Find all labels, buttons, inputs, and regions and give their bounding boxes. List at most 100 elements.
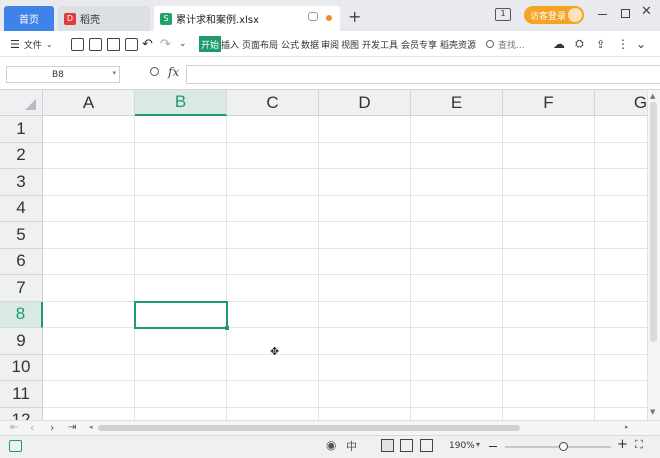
share-button[interactable]: ⇪ xyxy=(596,31,605,57)
normal-view-icon[interactable] xyxy=(381,439,394,452)
column-header-E[interactable]: E xyxy=(411,90,503,116)
unsaved-dot-icon[interactable] xyxy=(326,15,332,21)
zoom-slider-thumb[interactable] xyxy=(559,442,569,451)
row-header-12[interactable]: 12 xyxy=(0,407,43,420)
menu-tab-review[interactable]: 审阅 xyxy=(321,31,339,57)
row-header-11[interactable]: 11 xyxy=(0,381,43,408)
row-header-5[interactable]: 5 xyxy=(0,222,43,249)
zoom-dropdown-icon[interactable]: ▾ xyxy=(476,440,480,449)
column-header-F[interactable]: F xyxy=(503,90,595,116)
next-sheet-icon[interactable]: › xyxy=(50,421,54,434)
menu-tab-start[interactable]: 开始 xyxy=(199,36,222,52)
new-tab-button[interactable]: + xyxy=(348,7,361,26)
zoom-lookup-icon[interactable] xyxy=(150,67,159,76)
menu-tab-insert[interactable]: 插入 xyxy=(221,31,239,57)
page-break-view-icon[interactable] xyxy=(400,439,413,452)
menu-tab-page-layout[interactable]: 页面布局 xyxy=(242,31,278,57)
scroll-up-icon[interactable]: ▲ xyxy=(650,92,655,100)
collaborate-button[interactable]: ⛭ xyxy=(575,31,584,57)
cloud-button[interactable]: ☁ xyxy=(553,31,565,57)
column-header-B[interactable]: B xyxy=(135,90,227,116)
row-header-2[interactable]: 2 xyxy=(0,142,43,169)
spreadsheet-grid: ABCDEFG 1 2 3 4 5 6 7 8 9 10 11 12 ✥ xyxy=(0,90,647,420)
save-button[interactable] xyxy=(71,31,84,57)
collapse-ribbon-button[interactable]: ⌄ xyxy=(636,31,646,57)
active-cell-B8[interactable] xyxy=(134,301,229,330)
scroll-down-icon[interactable]: ▼ xyxy=(650,408,655,416)
scroll-left-icon[interactable]: ◂ xyxy=(89,423,93,431)
window-layout-icon[interactable]: 1 xyxy=(495,8,511,21)
more-button[interactable]: ⋮ xyxy=(617,31,629,57)
menu-tab-formulas-label: 公式 xyxy=(281,40,300,51)
name-box[interactable]: B8 ▾ xyxy=(6,66,120,83)
menu-tab-data-label: 数据 xyxy=(301,40,320,51)
row-header-9[interactable]: 9 xyxy=(0,328,43,355)
search-box[interactable]: 查找... xyxy=(486,31,525,57)
column-header-G[interactable]: G xyxy=(595,90,647,116)
login-label: 访客登录 xyxy=(530,11,567,22)
gridline-horizontal xyxy=(43,247,647,249)
undo-icon: ↶ xyxy=(142,36,153,52)
last-sheet-icon[interactable]: ⇥ xyxy=(68,422,76,433)
input-method-icon[interactable]: 中 xyxy=(346,438,357,454)
vertical-scrollbar[interactable]: ▲ ▼ xyxy=(647,90,660,420)
search-placeholder: 查找... xyxy=(498,40,525,51)
menu-tab-data[interactable]: 数据 xyxy=(301,31,319,57)
zoom-level[interactable]: 190% xyxy=(449,441,475,451)
first-sheet-icon[interactable]: ⇤ xyxy=(10,422,18,433)
reading-view-icon[interactable] xyxy=(420,439,433,452)
macro-icon[interactable] xyxy=(9,440,22,452)
row-header-4[interactable]: 4 xyxy=(0,195,43,222)
row-header-6[interactable]: 6 xyxy=(0,248,43,275)
minimize-icon[interactable] xyxy=(598,14,607,16)
maximize-icon[interactable] xyxy=(621,9,630,18)
menu-tab-review-label: 审阅 xyxy=(321,40,340,51)
fill-handle[interactable] xyxy=(225,326,229,330)
column-header-A[interactable]: A xyxy=(43,90,135,116)
row-header-10[interactable]: 10 xyxy=(0,354,43,381)
tab-file[interactable]: S 累计求和案例.xlsx xyxy=(154,6,340,31)
print-button[interactable] xyxy=(107,31,120,57)
prev-sheet-icon[interactable]: ‹ xyxy=(30,421,34,434)
file-menu[interactable]: ☰ 文件 ⌄ xyxy=(10,31,53,57)
export-pdf-button[interactable] xyxy=(89,31,102,57)
login-button[interactable]: 访客登录 xyxy=(524,6,584,24)
row-header-1[interactable]: 1 xyxy=(0,116,43,143)
zoom-in-icon[interactable]: + xyxy=(617,437,628,452)
redo-button[interactable]: ↷ xyxy=(160,31,171,57)
menu-tab-formulas[interactable]: 公式 xyxy=(281,31,299,57)
menu-tab-docer-resources[interactable]: 稻壳资源 xyxy=(440,31,476,57)
share-icon: ⇪ xyxy=(596,37,606,51)
eye-protection-icon[interactable]: ◉ xyxy=(326,438,336,452)
gridline-vertical xyxy=(226,116,227,420)
docer-icon: D xyxy=(64,12,76,25)
zoom-slider[interactable] xyxy=(505,442,611,451)
close-icon[interactable]: ✕ xyxy=(641,4,652,19)
scroll-right-icon[interactable]: ▸ xyxy=(625,423,629,431)
menu-tab-developer[interactable]: 开发工具 xyxy=(362,31,398,57)
menu-tab-member[interactable]: 会员专享 xyxy=(401,31,437,57)
column-header-D[interactable]: D xyxy=(319,90,411,116)
row-header-8[interactable]: 8 xyxy=(0,301,43,328)
row-header-7[interactable]: 7 xyxy=(0,275,43,302)
row-header-3[interactable]: 3 xyxy=(0,169,43,196)
select-all-corner[interactable] xyxy=(0,90,43,116)
tab-docer[interactable]: D 稻壳 xyxy=(58,6,150,31)
menu-tab-view[interactable]: 视图 xyxy=(341,31,359,57)
tab-home[interactable]: 首页 xyxy=(4,6,54,31)
print-preview-button[interactable] xyxy=(125,31,138,57)
column-header-C[interactable]: C xyxy=(227,90,319,116)
zoom-out-icon[interactable] xyxy=(489,446,497,448)
quick-access-more-button[interactable]: ⌄ xyxy=(179,31,187,57)
vertical-scroll-thumb[interactable] xyxy=(650,102,657,342)
more-icon: ⋮ xyxy=(617,37,629,51)
gridline-horizontal xyxy=(43,168,647,169)
formula-input[interactable] xyxy=(186,65,660,84)
fx-button[interactable]: fx xyxy=(168,65,179,79)
undo-button[interactable]: ↶ xyxy=(142,31,153,57)
fullscreen-icon[interactable]: ⛶ xyxy=(635,438,643,452)
gridline-vertical xyxy=(318,116,319,420)
cloud-sync-icon[interactable] xyxy=(308,12,318,21)
horizontal-scroll-thumb[interactable] xyxy=(98,425,520,431)
gridline-horizontal xyxy=(43,141,647,143)
